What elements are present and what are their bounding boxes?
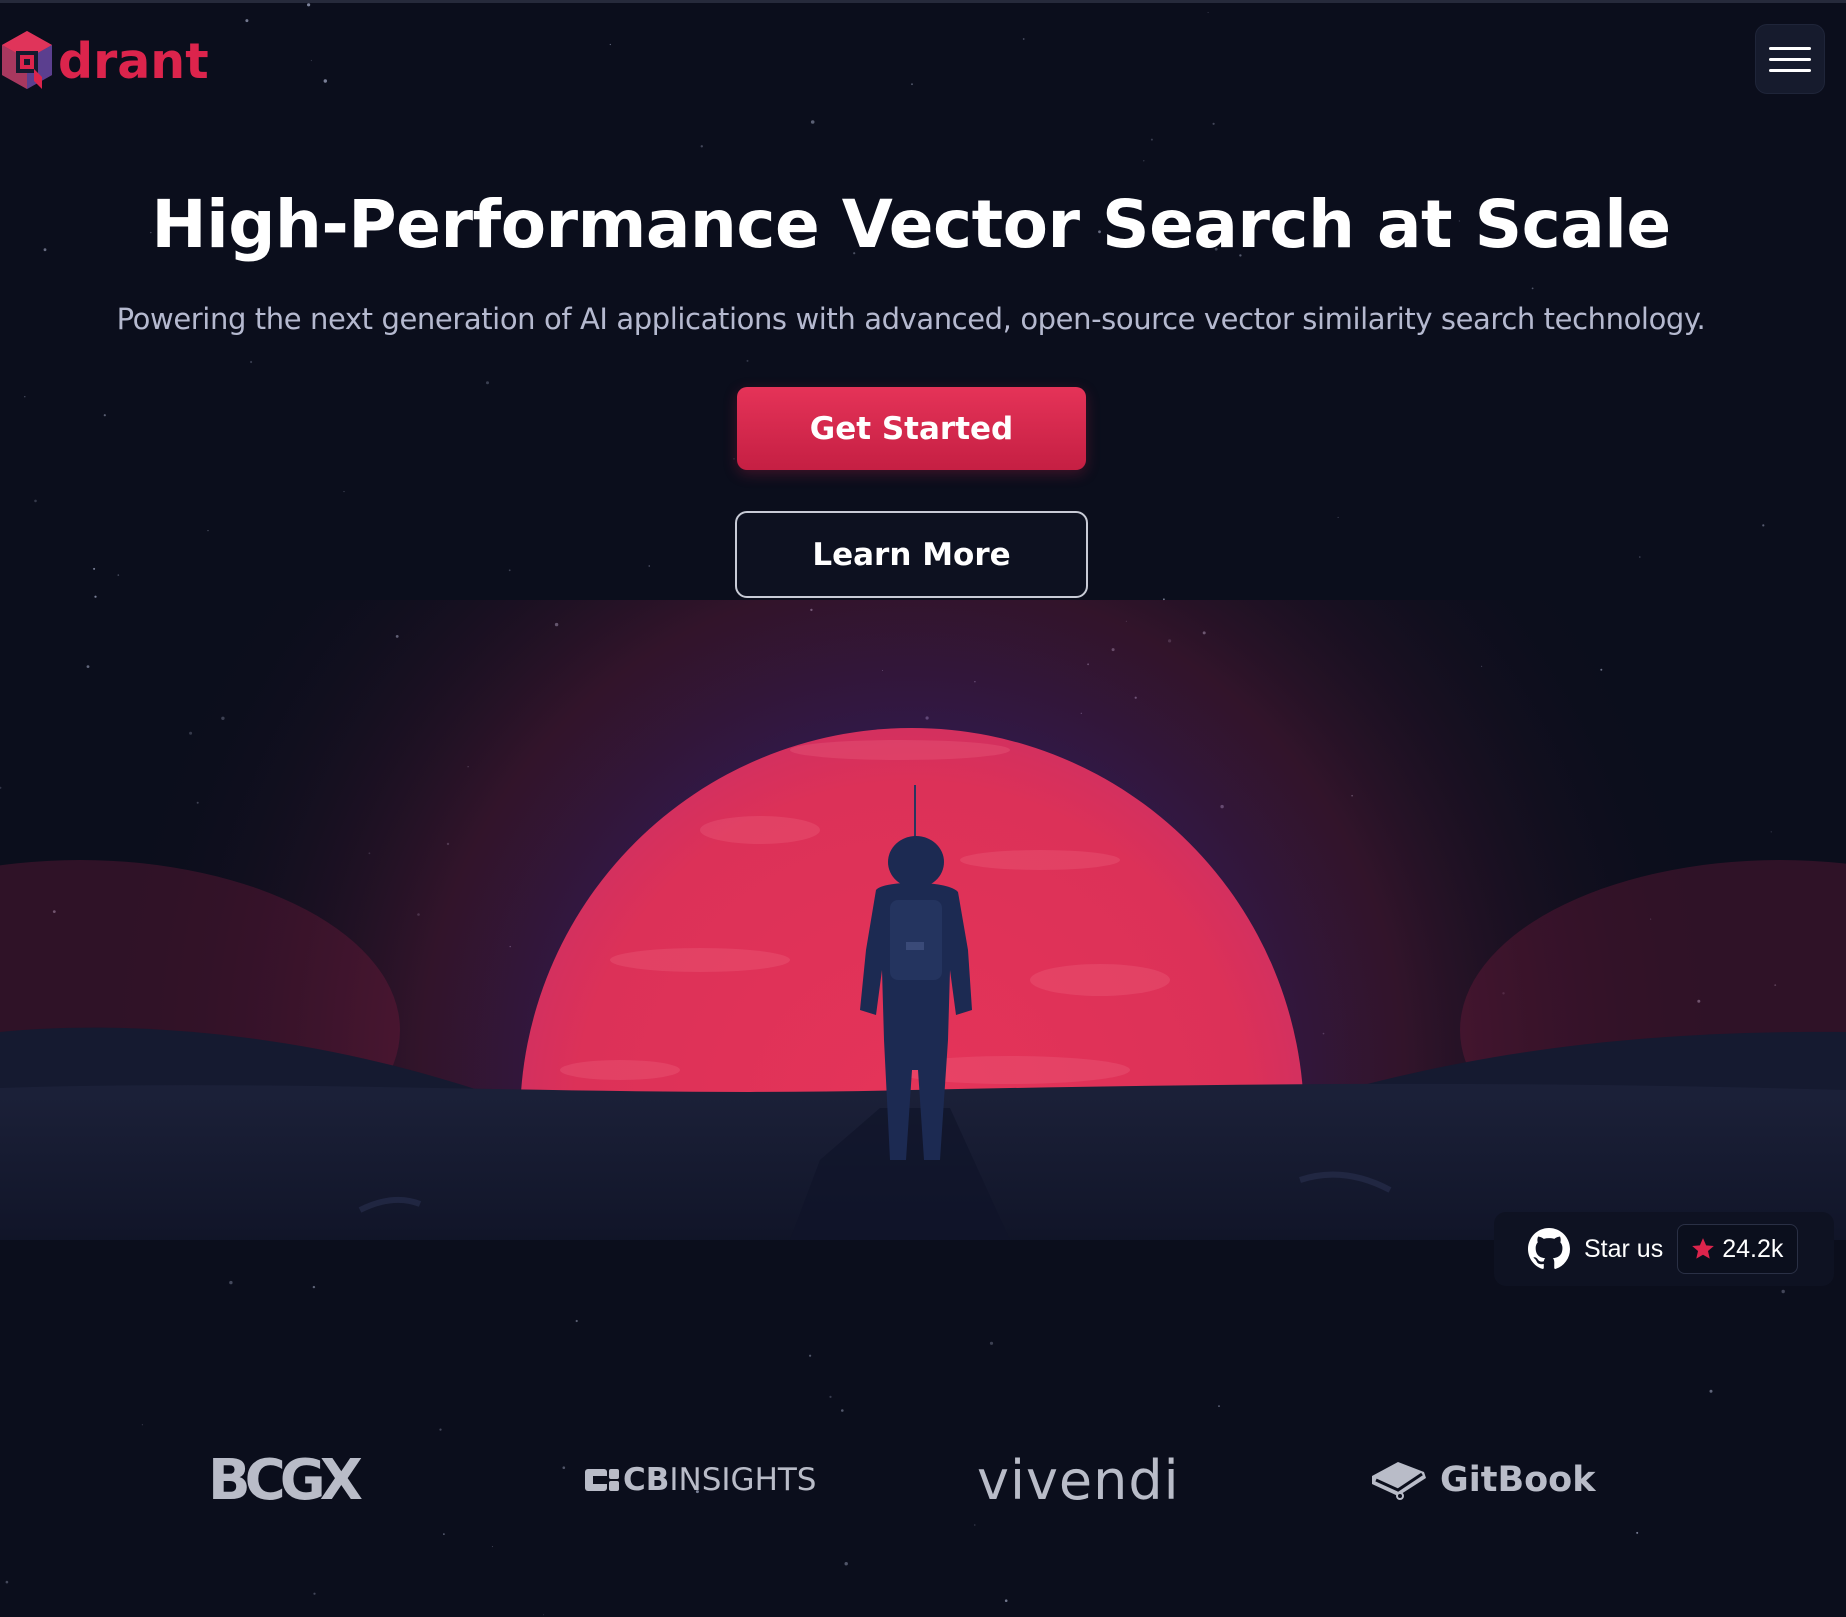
background-star [508, 569, 511, 572]
background-star [312, 1285, 316, 1289]
background-star [93, 567, 96, 570]
learn-more-button[interactable]: Learn More [735, 511, 1088, 598]
background-star [809, 1354, 812, 1357]
background-star [229, 1280, 233, 1285]
background-star [1150, 138, 1153, 141]
hamburger-menu-button[interactable] [1755, 24, 1825, 94]
background-star [562, 1466, 566, 1469]
cbinsights-bold-text: CB [623, 1462, 670, 1498]
background-star [141, 1424, 143, 1426]
partner-logo-cbinsights: CB INSIGHTS [585, 1448, 817, 1512]
gitbook-text: GitBook [1440, 1460, 1596, 1500]
background-star [1337, 516, 1339, 518]
background-star [1709, 1389, 1713, 1393]
background-star [1022, 38, 1025, 40]
background-star [1207, 12, 1209, 13]
star-count: 24.2k [1722, 1234, 1784, 1263]
background-star [5, 1580, 9, 1584]
background-star [313, 1592, 316, 1595]
background-star [841, 1409, 844, 1412]
logo-text: drant [58, 32, 209, 90]
page: drant High-Performance Vector Search at … [0, 0, 1846, 1617]
background-star [1762, 524, 1765, 527]
background-star [1218, 1405, 1220, 1407]
background-star [911, 83, 913, 86]
background-star [1781, 1289, 1785, 1294]
partner-logo-vivendi: vivendi [977, 1448, 1180, 1512]
cbinsights-light-text: INSIGHTS [669, 1462, 817, 1498]
background-star [1636, 1531, 1639, 1534]
background-star [310, 59, 312, 62]
background-star [491, 1546, 493, 1548]
background-star [94, 595, 97, 598]
star-us-label: Star us [1584, 1234, 1664, 1263]
star-icon [1692, 1238, 1715, 1259]
partner-logo-gitbook: GitBook [1368, 1448, 1596, 1512]
background-star [307, 3, 311, 7]
background-star [1212, 122, 1215, 125]
star-count-badge[interactable]: 24.2k [1677, 1224, 1799, 1274]
background-star [1531, 287, 1534, 290]
background-star [250, 360, 253, 364]
background-star [103, 414, 106, 417]
background-star [1004, 1599, 1008, 1602]
hamburger-menu-icon [1769, 43, 1811, 76]
background-star [323, 79, 327, 83]
background-star [700, 145, 703, 148]
hero-title: High-Performance Vector Search at Scale [151, 186, 1671, 263]
background-star [343, 491, 345, 493]
background-star [117, 574, 120, 576]
qdrant-logo[interactable]: drant [0, 26, 209, 96]
background-star [486, 381, 489, 385]
github-star-widget[interactable]: Star us 24.2k [1494, 1212, 1834, 1286]
partner-logo-bcgx: BCGX [208, 1447, 363, 1513]
cbinsights-mark-icon [585, 1469, 619, 1491]
background-star [829, 1395, 832, 1398]
background-star [733, 458, 735, 460]
background-star [443, 1533, 445, 1535]
background-star [810, 120, 815, 124]
background-star [207, 530, 209, 532]
background-star [245, 19, 249, 23]
background-star [543, 1614, 545, 1616]
get-started-button[interactable]: Get Started [737, 387, 1086, 470]
background-star [609, 43, 611, 46]
github-icon [1528, 1228, 1570, 1269]
background-star [989, 1341, 994, 1345]
background-star [34, 499, 37, 503]
background-star [575, 1319, 578, 1323]
background-star [648, 565, 650, 567]
hero-subtitle: Powering the next generation of AI appli… [116, 302, 1706, 336]
background-star [1143, 160, 1145, 162]
qdrant-cube-icon [2, 31, 52, 89]
background-star [974, 1524, 976, 1526]
gitbook-icon [1372, 1462, 1426, 1500]
background-star [1639, 556, 1641, 558]
background-star [24, 396, 26, 398]
hero-illustration [0, 600, 1846, 1260]
background-star [746, 359, 749, 362]
background-star [844, 1562, 848, 1566]
background-star [439, 1428, 442, 1431]
